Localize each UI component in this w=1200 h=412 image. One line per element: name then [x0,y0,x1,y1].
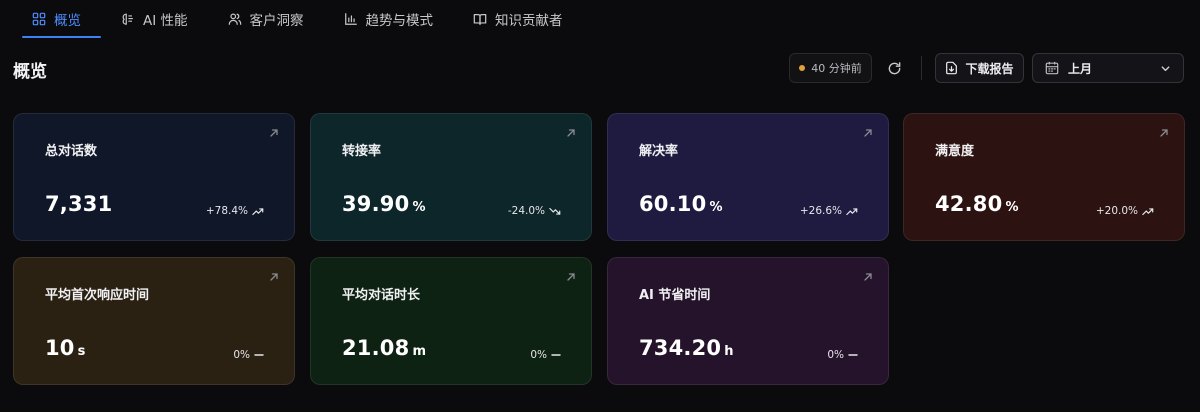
card-value-number: 21.08 [342,336,410,360]
card-value: 10 s [45,336,86,360]
avg-first-response-time-card[interactable]: 平均首次响应时间 10 s 0% [13,257,295,385]
satisfaction-card[interactable]: 满意度 42.80% +20.0% [903,113,1185,241]
trend-flat-icon [551,354,561,356]
card-change-value: 0% [827,349,844,361]
page-title: 概览 [13,62,47,82]
trend-down-icon [549,207,561,215]
card-change-value: +78.4% [205,205,248,217]
card-change: 0% [233,349,264,361]
card-value: 734.20 h [639,336,734,360]
handoff-rate-card[interactable]: 转接率 39.90% -24.0% [310,113,592,241]
card-title: AI 节省时间 [639,288,711,303]
external-link-arrow-icon [864,273,872,281]
download-report-label: 下载报告 [965,61,1014,76]
refresh-button[interactable] [879,53,909,83]
tab-customer-insights[interactable]: 客户洞察 [208,0,324,38]
card-value-unit: % [412,200,426,215]
ai-time-saved-card[interactable]: AI 节省时间 734.20 h 0% [607,257,889,385]
external-link-arrow-icon [567,273,575,281]
refresh-icon [888,61,900,74]
trend-up-icon [1142,207,1154,215]
tab-label: 趋势与模式 [365,12,434,29]
tab-label: AI 性能 [143,12,188,29]
total-conversations-card[interactable]: 总对话数 7,331 +78.4% [13,113,295,241]
tab-label: 知识贡献者 [495,12,563,29]
external-link-arrow-icon [1160,129,1168,137]
card-value-unit: m [412,344,427,359]
card-change: 0% [530,349,561,361]
card-value-unit: % [709,200,723,215]
tab-trends-patterns[interactable]: 趋势与模式 [324,0,454,38]
card-change-value: +26.6% [799,205,842,217]
external-link-arrow-icon [864,129,872,137]
brain-icon [122,13,133,25]
card-title: 解决率 [639,144,679,159]
card-change: +20.0% [1096,205,1154,217]
toolbar-divider [921,56,922,80]
card-change-value: 0% [530,349,547,361]
card-change-value: -24.0% [507,205,545,217]
card-value-number: 39.90 [342,192,410,216]
book-icon [473,13,487,25]
card-title: 转接率 [342,144,382,159]
status-dot [799,65,806,71]
avg-conversation-duration-card[interactable]: 平均对话时长 21.08 m 0% [310,257,592,385]
chevron-down-icon [1160,63,1171,74]
card-title: 总对话数 [45,144,98,159]
bar-chart-icon [344,12,357,25]
card-value: 60.10% [639,192,723,216]
trend-up-icon [846,207,858,215]
external-link-arrow-icon [270,129,278,137]
card-change-value: +20.0% [1095,205,1138,217]
tab-ai-performance[interactable]: AI 性能 [101,0,208,38]
period-select-value: 上月 [1068,61,1093,76]
card-change-value: 0% [233,349,250,361]
tab-label: 客户洞察 [249,12,304,29]
last-updated-text: 40 分钟前 [811,62,862,75]
card-value-number: 734.20 [639,336,722,360]
period-select[interactable]: 上月 [1032,53,1184,83]
tab-overview[interactable]: 概览 [12,0,101,38]
card-value-unit: s [77,344,86,359]
card-change: +78.4% [206,205,264,217]
card-change: 0% [827,349,858,361]
card-value: 21.08 m [342,336,426,360]
card-value: 7,331 [45,192,115,216]
trend-up-icon [252,207,264,215]
card-title: 平均首次响应时间 [45,288,150,303]
tab-bar: 概览 AI 性能 客户洞察 趋势与模式 知识贡献者 [12,0,583,38]
tab-label: 概览 [54,12,81,29]
grid-icon [32,12,46,25]
card-title: 满意度 [935,144,975,159]
download-report-button[interactable]: 下载报告 [935,53,1024,83]
card-value: 39.90% [342,192,426,216]
card-change: -24.0% [508,205,561,217]
external-link-arrow-icon [270,273,278,281]
last-updated-badge: 40 分钟前 [789,53,872,83]
card-title: 平均对话时长 [342,288,421,303]
card-value-number: 42.80 [935,192,1003,216]
card-value: 42.80% [935,192,1019,216]
card-change: +26.6% [800,205,858,217]
trend-flat-icon [848,354,858,356]
card-value-number: 10 [45,336,75,360]
calendar-icon [1045,61,1059,75]
download-icon [946,61,958,75]
card-value-number: 7,331 [45,192,113,216]
card-value-unit: h [724,344,734,359]
users-icon [228,12,241,25]
card-value-number: 60.10 [639,192,707,216]
external-link-arrow-icon [567,129,575,137]
resolution-rate-card[interactable]: 解决率 60.10% +26.6% [607,113,889,241]
trend-flat-icon [254,354,264,356]
card-value-unit: % [1005,200,1019,215]
tab-knowledge-contributors[interactable]: 知识贡献者 [453,0,583,38]
